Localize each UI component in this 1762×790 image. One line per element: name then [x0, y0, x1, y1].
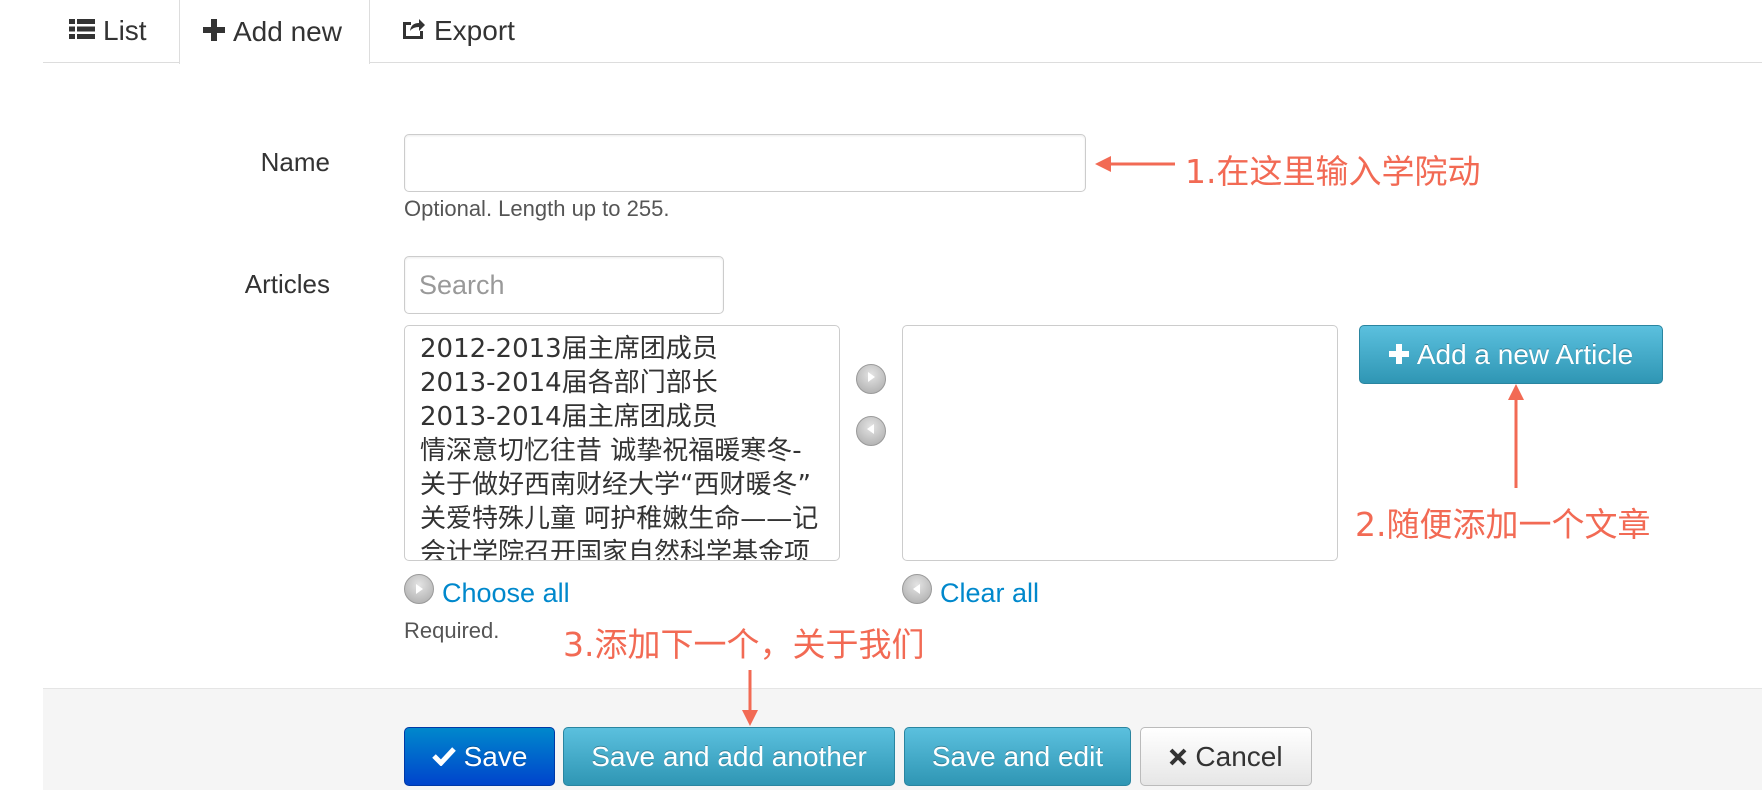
list-item[interactable]: 2012-2013届主席团成员	[405, 332, 839, 366]
cancel-label: Cancel	[1195, 740, 1283, 772]
save-label: Save	[463, 740, 528, 772]
articles-help-text: Required.	[404, 618, 500, 643]
check-icon	[431, 741, 464, 773]
move-right-button[interactable]	[856, 364, 886, 394]
list-icon	[69, 15, 103, 47]
list-item[interactable]: 情深意切忆往昔 诚挚祝福暖寒冬-	[405, 434, 839, 468]
available-articles-list[interactable]: 2012-2013届主席团成员 2013-2014届各部门部长 2013-201…	[404, 325, 840, 561]
annotation-arrow-1	[1095, 152, 1177, 181]
list-item[interactable]: 关爱特殊儿童 呵护稚嫩生命——记	[405, 502, 839, 536]
annotation-arrow-2	[1504, 384, 1528, 493]
tab-add-new-label: Add new	[233, 16, 342, 47]
articles-label: Articles	[244, 269, 330, 299]
close-icon	[1169, 741, 1195, 773]
clear-all-link[interactable]: Clear all	[940, 578, 1039, 609]
tab-list[interactable]: List	[69, 0, 147, 62]
choose-all-link[interactable]: Choose all	[442, 578, 570, 609]
annotation-arrow-3	[738, 670, 762, 731]
move-left-button[interactable]	[856, 416, 886, 446]
plus-icon	[1388, 339, 1417, 371]
add-article-label: Add a new Article	[1416, 338, 1634, 370]
add-article-button[interactable]: Add a new Article	[1359, 325, 1663, 384]
annotation-2: 2.随便添加一个文章	[1355, 505, 1651, 544]
list-item[interactable]: 2013-2014届主席团成员	[405, 400, 839, 434]
tab-add-new[interactable]: Add new	[179, 0, 370, 64]
name-help-text: Optional. Length up to 255.	[404, 196, 670, 221]
clear-all-icon[interactable]	[902, 574, 932, 604]
annotation-1: 1.在这里输入学院动	[1185, 152, 1481, 191]
arrow-left-icon	[865, 422, 877, 441]
save-button[interactable]: Save	[404, 727, 555, 786]
list-item[interactable]: 关于做好西南财经大学“西财暖冬”	[405, 468, 839, 502]
annotation-3: 3.添加下一个，关于我们	[563, 625, 925, 664]
selected-articles-list[interactable]	[902, 325, 1338, 561]
tab-export-label: Export	[434, 15, 515, 46]
form-actions-bar	[43, 688, 1762, 790]
arrow-right-icon	[865, 370, 877, 389]
tab-list-label: List	[103, 15, 147, 46]
plus-icon	[203, 16, 233, 48]
name-label: Name	[260, 147, 330, 177]
cancel-button[interactable]: Cancel	[1140, 727, 1312, 786]
tab-export[interactable]: Export	[400, 0, 515, 62]
name-input[interactable]	[404, 134, 1086, 192]
list-item[interactable]: 2013-2014届各部门部长	[405, 366, 839, 400]
choose-all-icon[interactable]	[404, 574, 434, 604]
export-icon	[400, 15, 434, 47]
list-item[interactable]: 会计学院召开国家自然科学基金项	[405, 536, 839, 560]
article-search-input[interactable]	[404, 256, 724, 314]
save-add-another-button[interactable]: Save and add another	[563, 727, 895, 786]
save-edit-button[interactable]: Save and edit	[904, 727, 1131, 786]
